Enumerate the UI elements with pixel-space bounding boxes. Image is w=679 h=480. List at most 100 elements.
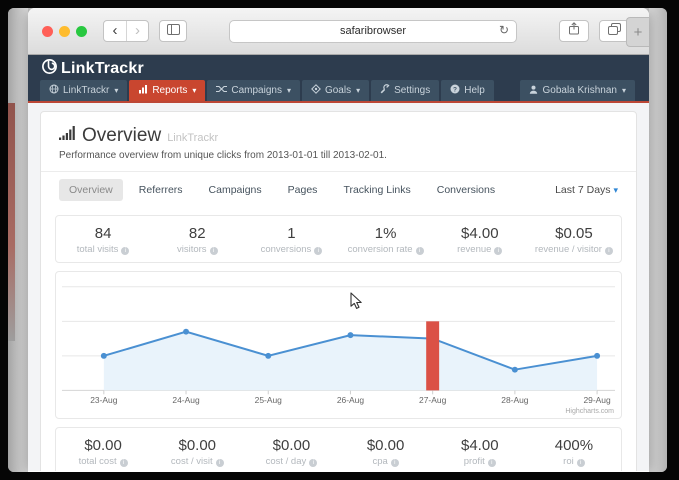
nav-item-reports[interactable]: Reports ▾ — [129, 80, 205, 101]
info-icon[interactable]: i — [216, 459, 224, 467]
stat-roi: 400% roii — [527, 436, 621, 467]
report-tabs: Overview Referrers Campaigns Pages Track… — [41, 171, 636, 209]
new-tab-button[interactable]: + — [626, 17, 649, 47]
overview-chart[interactable]: 23-Aug24-Aug25-Aug26-Aug27-Aug28-Aug29-A… — [56, 272, 621, 418]
nav-item-goals[interactable]: Goals ▾ — [302, 80, 369, 101]
svg-text:24-Aug: 24-Aug — [172, 395, 200, 405]
help-circle-icon: ? — [450, 84, 460, 97]
nav-label: Goals — [325, 85, 351, 96]
visits-chart-panel[interactable]: 23-Aug24-Aug25-Aug26-Aug27-Aug28-Aug29-A… — [55, 271, 622, 419]
stat-conversion-rate: 1% conversion ratei — [339, 224, 433, 255]
main-nav: LinkTrackr ▾ Reports ▾ Campaigns ▾ — [28, 82, 649, 103]
stat-value: 1 — [244, 224, 338, 243]
page-heading: Overview LinkTrackr Performance overview… — [41, 112, 636, 171]
stat-label: roi — [563, 456, 574, 467]
stat-value: $4.00 — [433, 224, 527, 243]
globe-icon — [49, 84, 59, 97]
stat-value: $0.05 — [527, 224, 621, 243]
brand-name[interactable]: LinkTrackr — [61, 60, 144, 78]
nav-item-settings[interactable]: Settings — [371, 80, 439, 101]
info-icon[interactable]: i — [314, 247, 322, 255]
tab-conversions[interactable]: Conversions — [427, 179, 505, 201]
address-bar[interactable]: safaribrowser ↻ — [229, 20, 517, 43]
info-icon[interactable]: i — [391, 459, 399, 467]
browser-window: ‹ › safaribrowser ↻ — [28, 8, 649, 472]
toolbar-right-tools — [549, 20, 629, 42]
stats-bottom-panel: $0.00 total costi $0.00 cost / visiti $0… — [55, 427, 622, 471]
shuffle-icon — [216, 84, 227, 97]
info-icon[interactable]: i — [416, 247, 424, 255]
minimize-window-button[interactable] — [59, 26, 70, 37]
svg-text:28-Aug: 28-Aug — [501, 395, 529, 405]
overview-chart-icon — [59, 125, 76, 145]
tab-pages[interactable]: Pages — [278, 179, 328, 201]
stat-value: $0.00 — [339, 436, 433, 455]
chevron-down-icon: ▾ — [192, 86, 196, 95]
tab-overview[interactable]: Overview — [59, 179, 123, 201]
brand-row: LinkTrackr — [28, 55, 649, 82]
info-icon[interactable]: i — [210, 247, 218, 255]
tabs-overview-icon — [608, 22, 621, 40]
info-icon[interactable]: i — [488, 459, 496, 467]
chevron-down-icon: ▾ — [613, 185, 618, 195]
stat-conversions: 1 conversionsi — [244, 224, 338, 255]
bar-chart-icon — [138, 84, 148, 97]
info-icon[interactable]: i — [605, 247, 613, 255]
chevron-down-icon: ▾ — [287, 86, 291, 95]
page-title-suffix: LinkTrackr — [167, 132, 218, 145]
svg-text:?: ? — [453, 86, 457, 93]
user-menu[interactable]: Gobala Krishnan ▾ — [520, 80, 635, 101]
stat-value: 1% — [339, 224, 433, 243]
stat-total-visits: 84 total visitsi — [56, 224, 150, 255]
stat-value: $0.00 — [56, 436, 150, 455]
info-icon[interactable]: i — [309, 459, 317, 467]
back-button[interactable]: ‹ — [104, 21, 126, 41]
sidebar-toggle-button[interactable] — [159, 20, 187, 42]
browser-toolbar: ‹ › safaribrowser ↻ — [28, 8, 649, 55]
info-icon[interactable]: i — [577, 459, 585, 467]
tab-referrers[interactable]: Referrers — [129, 179, 193, 201]
zoom-window-button[interactable] — [76, 26, 87, 37]
date-range-selector[interactable]: Last 7 Days ▾ — [555, 184, 618, 196]
wrench-icon — [380, 84, 390, 97]
nav-label: Reports — [152, 85, 187, 96]
tab-campaigns[interactable]: Campaigns — [199, 179, 272, 201]
info-icon[interactable]: i — [121, 247, 129, 255]
stat-revenue: $4.00 revenuei — [433, 224, 527, 255]
forward-button[interactable]: › — [126, 21, 148, 41]
page-content: Overview LinkTrackr Performance overview… — [28, 103, 649, 471]
stat-cost-per-day: $0.00 cost / dayi — [244, 436, 338, 467]
tab-tracking-links[interactable]: Tracking Links — [333, 179, 420, 201]
share-icon — [568, 22, 580, 40]
stat-value: $0.00 — [150, 436, 244, 455]
highcharts-credit[interactable]: Highcharts.com — [565, 408, 614, 415]
stat-label: cost / visit — [171, 456, 213, 467]
svg-text:25-Aug: 25-Aug — [255, 395, 283, 405]
info-icon[interactable]: i — [494, 247, 502, 255]
chevron-down-icon: ▾ — [114, 86, 118, 95]
background-window-sliver — [8, 103, 15, 341]
chevron-down-icon: ▾ — [356, 86, 360, 95]
sidebar-icon — [167, 22, 180, 40]
reload-icon[interactable]: ↻ — [499, 23, 509, 37]
close-window-button[interactable] — [42, 26, 53, 37]
nav-item-linktrackr[interactable]: LinkTrackr ▾ — [40, 80, 127, 101]
linktrackr-logo-icon — [41, 58, 58, 80]
share-button[interactable] — [559, 20, 589, 42]
nav-label: Settings — [394, 85, 430, 96]
stat-value: 400% — [527, 436, 621, 455]
nav-label: Campaigns — [231, 85, 282, 96]
stat-label: profit — [464, 456, 485, 467]
content-card: Overview LinkTrackr Performance overview… — [40, 111, 637, 471]
show-tabs-button[interactable] — [599, 20, 629, 42]
desktop-strip-right — [649, 8, 667, 472]
info-icon[interactable]: i — [120, 459, 128, 467]
address-bar-text: safaribrowser — [340, 25, 406, 37]
stat-label: cost / day — [266, 456, 307, 467]
desktop-background: ‹ › safaribrowser ↻ — [8, 8, 667, 472]
nav-item-campaigns[interactable]: Campaigns ▾ — [207, 80, 300, 101]
stat-value: 82 — [150, 224, 244, 243]
window-controls — [42, 26, 87, 37]
nav-item-help[interactable]: ? Help — [441, 80, 494, 101]
history-nav: ‹ › — [103, 20, 149, 42]
